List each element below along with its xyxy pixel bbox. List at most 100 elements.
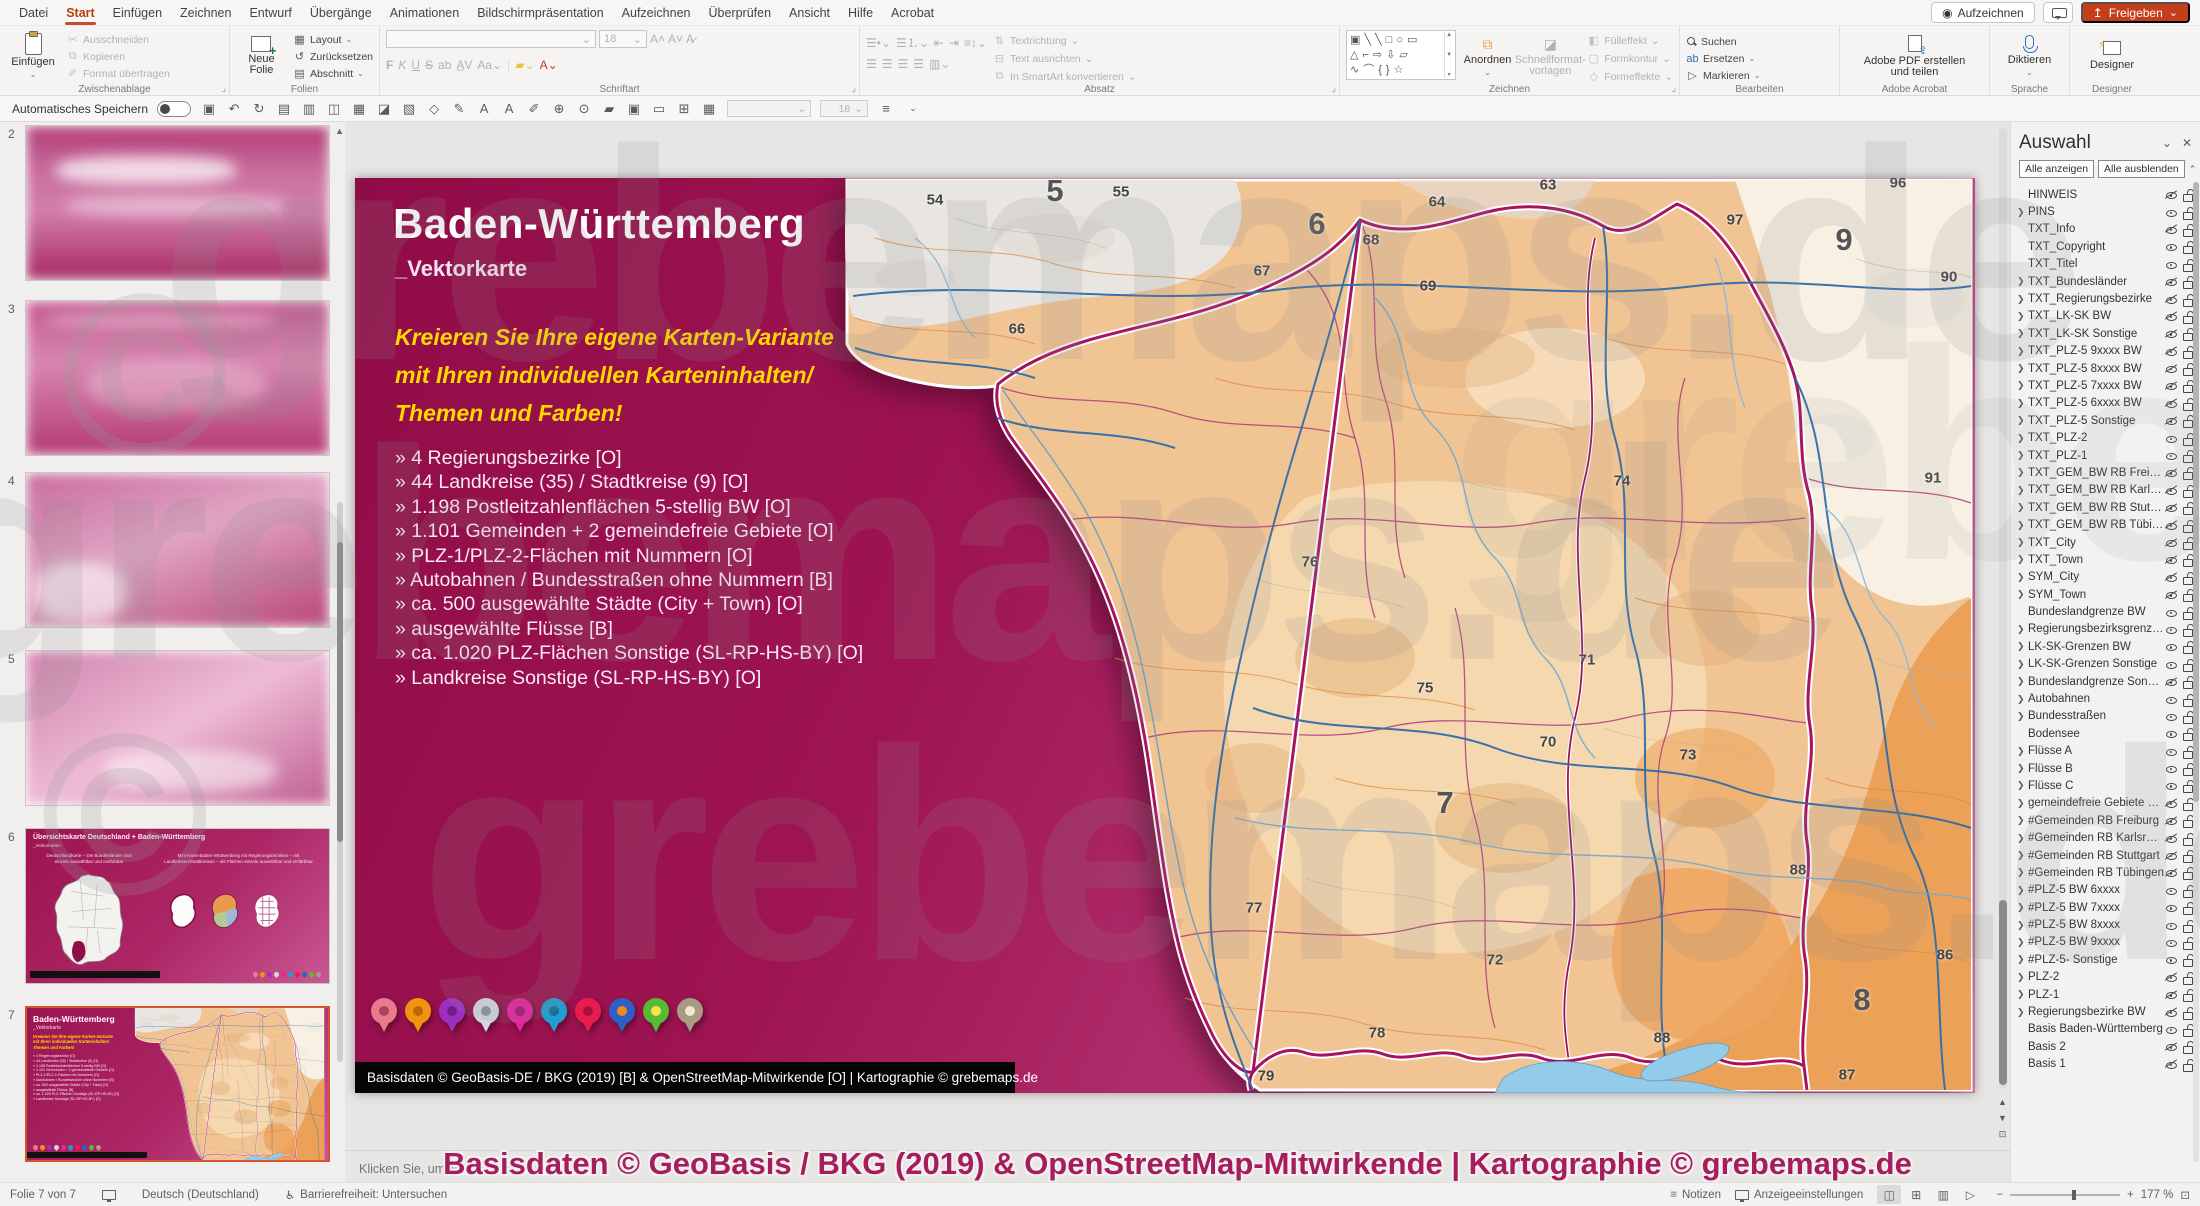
visibility-eye-icon[interactable] bbox=[2164, 849, 2179, 862]
layer-row[interactable]: ❯ TXT_Copyright bbox=[2011, 238, 2200, 255]
select-button[interactable]: ▷ Markieren ⌄ bbox=[1686, 68, 1760, 83]
thumbnail-scrollbar[interactable] bbox=[337, 502, 343, 1062]
visibility-eye-icon[interactable] bbox=[2164, 379, 2179, 392]
replace-button[interactable]: ab Ersetzen ⌄ bbox=[1686, 51, 1760, 66]
qat-icon[interactable]: A bbox=[500, 101, 518, 116]
visibility-eye-icon[interactable] bbox=[2164, 362, 2179, 375]
align-right-button[interactable]: ☰ bbox=[898, 57, 909, 71]
zoom-level[interactable]: 177 % bbox=[2141, 1189, 2174, 1201]
expand-chevron-icon[interactable]: ❯ bbox=[2017, 624, 2028, 635]
expand-chevron-icon[interactable]: ❯ bbox=[2017, 937, 2028, 948]
layer-row[interactable]: ❯ #Gemeinden RB Tübingen bbox=[2011, 864, 2200, 881]
shape-icon[interactable]: ▭ bbox=[1407, 34, 1417, 46]
layer-row[interactable]: ❯ #PLZ-5 BW 8xxxx bbox=[2011, 916, 2200, 933]
qat-more-icon[interactable]: ≡ bbox=[877, 101, 895, 116]
layer-row[interactable]: ❯ Autobahnen bbox=[2011, 690, 2200, 707]
align-center-button[interactable]: ☰ bbox=[882, 57, 893, 71]
layer-row[interactable]: ❯ TXT_City bbox=[2011, 534, 2200, 551]
shape-icon[interactable]: ⇩ bbox=[1386, 49, 1395, 61]
gallery-scroll[interactable]: ▲ ▼ ▾ bbox=[1443, 32, 1454, 78]
dialog-launcher-icon[interactable]: ⌟ bbox=[1672, 83, 1676, 94]
reset-button[interactable]: ↺ Zurücksetzen bbox=[293, 49, 373, 64]
canvas-scrollbar[interactable] bbox=[1999, 128, 2007, 1088]
accessibility-status[interactable]: ♿ Barrierefreiheit: Untersuchen bbox=[285, 1188, 447, 1202]
visibility-eye-icon[interactable] bbox=[2164, 814, 2179, 827]
smartart-button[interactable]: ⧉ In SmartArt konvertieren ⌄ bbox=[993, 69, 1137, 84]
expand-chevron-icon[interactable]: ❯ bbox=[2017, 450, 2028, 461]
qat-icon[interactable]: ✎ bbox=[450, 101, 468, 117]
layer-row[interactable]: ❯ TXT_Info bbox=[2011, 221, 2200, 238]
expand-chevron-icon[interactable]: ❯ bbox=[2017, 711, 2028, 722]
copy-button[interactable]: ⧉ Kopieren bbox=[66, 49, 170, 64]
language-indicator[interactable]: Deutsch (Deutschland) bbox=[142, 1189, 259, 1201]
layer-row[interactable]: ❯ TXT_PLZ-5 8xxxx BW bbox=[2011, 360, 2200, 377]
layout-button[interactable]: ▦ Layout ⌄ bbox=[293, 32, 373, 47]
expand-chevron-icon[interactable]: ❯ bbox=[2017, 363, 2028, 374]
qat-icon[interactable]: ↻ bbox=[250, 101, 268, 117]
layer-row[interactable]: ❯ PLZ-2 bbox=[2011, 969, 2200, 986]
qat-icon[interactable]: ▦ bbox=[350, 101, 368, 117]
reading-view-button[interactable]: ▥ bbox=[1931, 1185, 1955, 1204]
qat-icon[interactable]: ⊙ bbox=[575, 101, 593, 117]
dialog-launcher-icon[interactable]: ⌟ bbox=[852, 83, 856, 94]
visibility-eye-icon[interactable] bbox=[2164, 797, 2179, 810]
visibility-eye-icon[interactable] bbox=[2164, 693, 2179, 706]
qat-icon[interactable]: ▣ bbox=[200, 101, 218, 117]
expand-chevron-icon[interactable]: ❯ bbox=[2017, 641, 2028, 652]
visibility-eye-icon[interactable] bbox=[2164, 727, 2179, 740]
layer-row[interactable]: ❯ TXT_PLZ-5 9xxxx BW bbox=[2011, 343, 2200, 360]
layer-row[interactable]: ❯ #PLZ-5- Sonstige bbox=[2011, 951, 2200, 968]
quick-styles-button[interactable]: ◪ Schnellformat-vorlagen bbox=[1515, 30, 1586, 82]
indent-button[interactable]: ⇥ bbox=[949, 36, 959, 50]
qat-icon[interactable]: ▥ bbox=[300, 101, 318, 117]
visibility-eye-icon[interactable] bbox=[2164, 414, 2179, 427]
expand-chevron-icon[interactable]: ❯ bbox=[2017, 763, 2028, 774]
slide-subtitle[interactable]: _Vektorkarte bbox=[395, 256, 527, 282]
visibility-eye-icon[interactable] bbox=[2164, 919, 2179, 932]
layer-row[interactable]: ❯ TXT_LK-SK Sonstige bbox=[2011, 325, 2200, 342]
qat-icon[interactable]: ◪ bbox=[375, 101, 393, 117]
show-all-button[interactable]: Alle anzeigen bbox=[2019, 160, 2095, 178]
shape-icon[interactable]: ∿ bbox=[1350, 64, 1359, 76]
layer-row[interactable]: ❯ TXT_Bundesländer bbox=[2011, 273, 2200, 290]
layer-row[interactable]: ❯ TXT_PLZ-5 6xxxx BW bbox=[2011, 395, 2200, 412]
shape-icon[interactable]: ☆ bbox=[1394, 64, 1404, 76]
visibility-eye-icon[interactable] bbox=[2164, 1040, 2179, 1053]
dialog-launcher-icon[interactable]: ⌟ bbox=[222, 83, 226, 94]
expand-chevron-icon[interactable]: ❯ bbox=[2017, 485, 2028, 496]
shape-outline-button[interactable]: ▢ Formkontur ⌄ bbox=[1587, 51, 1673, 66]
visibility-eye-icon[interactable] bbox=[2164, 536, 2179, 549]
share-button[interactable]: ↥ Freigeben ⌄ bbox=[2080, 2, 2190, 23]
display-settings-shortcut[interactable] bbox=[101, 1189, 116, 1202]
layer-row[interactable]: ❯ TXT_PLZ-1 bbox=[2011, 447, 2200, 464]
expand-chevron-icon[interactable]: ❯ bbox=[2017, 467, 2028, 478]
layer-row[interactable]: ❯ Bundesstraßen bbox=[2011, 708, 2200, 725]
shadow-button[interactable]: ab bbox=[438, 58, 451, 72]
visibility-eye-icon[interactable] bbox=[2164, 223, 2179, 236]
hide-all-button[interactable]: Alle ausblenden bbox=[2098, 160, 2185, 178]
layer-row[interactable]: ❯ Bundeslandgrenze BW bbox=[2011, 603, 2200, 620]
dialog-launcher-icon[interactable]: ⌟ bbox=[1332, 83, 1336, 94]
shape-icon[interactable]: △ bbox=[1350, 49, 1358, 61]
shape-icon[interactable]: □ bbox=[1386, 34, 1393, 46]
expand-chevron-icon[interactable]: ❯ bbox=[2017, 746, 2028, 757]
qat-icon[interactable]: ↶ bbox=[225, 101, 243, 117]
layer-row[interactable]: ❯ TXT_GEM_BW RB Freiburg bbox=[2011, 464, 2200, 481]
autosave-toggle[interactable] bbox=[157, 100, 192, 117]
qat-icon[interactable]: ✐ bbox=[525, 101, 543, 117]
zoom-in-button[interactable]: + bbox=[2127, 1189, 2134, 1201]
expand-chevron-icon[interactable]: ❯ bbox=[2017, 572, 2028, 583]
layer-row[interactable]: ❯ TXT_PLZ-5 7xxxx BW bbox=[2011, 377, 2200, 394]
bold-button[interactable]: F bbox=[386, 58, 393, 72]
layer-row[interactable]: ❯ LK-SK-Grenzen Sonstige bbox=[2011, 656, 2200, 673]
visibility-eye-icon[interactable] bbox=[2164, 606, 2179, 619]
qat-font-combo[interactable]: ⌄ bbox=[727, 100, 812, 117]
expand-chevron-icon[interactable]: ❯ bbox=[2017, 867, 2028, 878]
layer-row[interactable]: ❯ Basis 1 bbox=[2011, 1056, 2200, 1073]
visibility-eye-icon[interactable] bbox=[2164, 866, 2179, 879]
paste-button[interactable]: Einfügen ⌄ bbox=[6, 30, 60, 82]
qat-icon[interactable]: ▤ bbox=[275, 101, 293, 117]
align-text-button[interactable]: ⊟ Text ausrichten ⌄ bbox=[993, 51, 1137, 66]
create-pdf-button[interactable]: Adobe PDF erstellen und teilen bbox=[1855, 30, 1975, 82]
expand-chevron-icon[interactable]: ❯ bbox=[2017, 694, 2028, 705]
